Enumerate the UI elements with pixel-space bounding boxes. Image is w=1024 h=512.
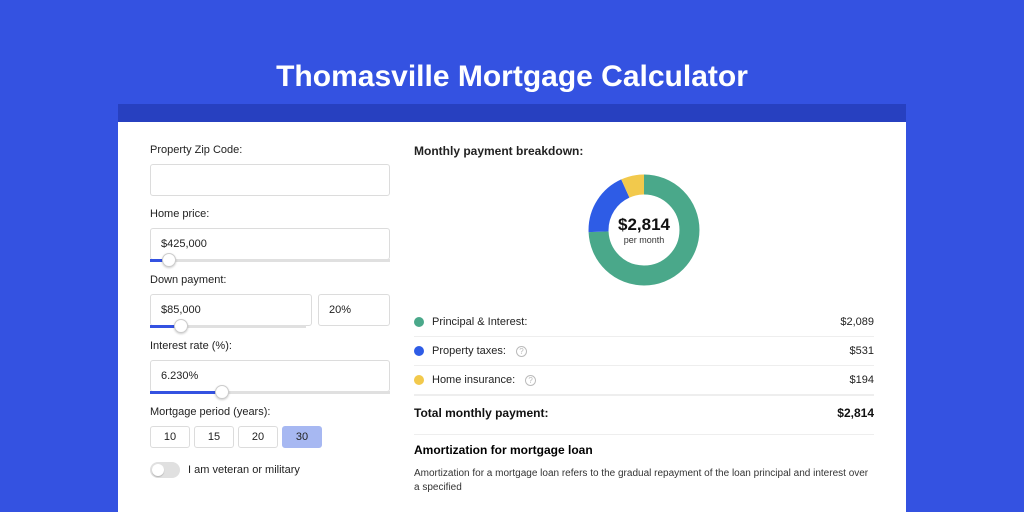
interest-input[interactable] <box>150 360 390 392</box>
home-price-slider-thumb[interactable] <box>162 253 176 267</box>
total-label: Total monthly payment: <box>414 406 548 420</box>
veteran-row: I am veteran or military <box>150 462 390 478</box>
breakdown-item-value: $531 <box>850 345 874 357</box>
breakdown-item: Property taxes:? $531 <box>414 337 874 365</box>
down-payment-slider[interactable] <box>150 325 306 328</box>
breakdown-item: Principal & Interest: $2,089 <box>414 308 874 336</box>
header-underline <box>118 104 906 122</box>
amortization-text: Amortization for a mortgage loan refers … <box>414 467 874 495</box>
veteran-toggle[interactable] <box>150 462 180 478</box>
veteran-label: I am veteran or military <box>188 464 300 476</box>
donut-sub: per month <box>624 235 665 245</box>
interest-label: Interest rate (%): <box>150 340 390 352</box>
toggle-knob <box>152 464 164 476</box>
period-field: Mortgage period (years): 10152030 <box>150 406 390 448</box>
home-price-input[interactable] <box>150 228 390 260</box>
period-button-15[interactable]: 15 <box>194 426 234 448</box>
home-price-label: Home price: <box>150 208 390 220</box>
legend-dot <box>414 375 424 385</box>
interest-slider-fill <box>150 391 222 394</box>
interest-field: Interest rate (%): <box>150 340 390 394</box>
form-column: Property Zip Code: Home price: Down paym… <box>150 144 390 495</box>
divider <box>414 434 874 435</box>
donut-amount: $2,814 <box>618 215 670 235</box>
donut-chart-wrap: $2,814 per month <box>414 170 874 290</box>
period-label: Mortgage period (years): <box>150 406 390 418</box>
calculator-card: Property Zip Code: Home price: Down paym… <box>118 122 906 512</box>
interest-slider[interactable] <box>150 391 390 394</box>
zip-field: Property Zip Code: <box>150 144 390 196</box>
total-row: Total monthly payment: $2,814 <box>414 396 874 434</box>
donut-chart: $2,814 per month <box>584 170 704 290</box>
down-payment-field: Down payment: <box>150 274 390 328</box>
donut-center: $2,814 per month <box>584 170 704 290</box>
breakdown-title: Monthly payment breakdown: <box>414 144 874 158</box>
breakdown-column: Monthly payment breakdown: $2,814 per mo… <box>414 144 874 495</box>
down-payment-slider-thumb[interactable] <box>174 319 188 333</box>
breakdown-item-label: Principal & Interest: <box>432 316 527 328</box>
zip-input[interactable] <box>150 164 390 196</box>
legend-dot <box>414 346 424 356</box>
period-button-30[interactable]: 30 <box>282 426 322 448</box>
zip-label: Property Zip Code: <box>150 144 390 156</box>
down-payment-percent-input[interactable] <box>318 294 390 326</box>
breakdown-item-label: Property taxes: <box>432 345 506 357</box>
breakdown-item: Home insurance:? $194 <box>414 366 874 394</box>
breakdown-item-value: $2,089 <box>840 316 874 328</box>
breakdown-line-items: Principal & Interest: $2,089 Property taxe… <box>414 308 874 395</box>
interest-slider-thumb[interactable] <box>215 385 229 399</box>
legend-dot <box>414 317 424 327</box>
period-button-20[interactable]: 20 <box>238 426 278 448</box>
down-payment-label: Down payment: <box>150 274 390 286</box>
breakdown-item-value: $194 <box>850 374 874 386</box>
home-price-slider[interactable] <box>150 259 390 262</box>
home-price-field: Home price: <box>150 208 390 262</box>
period-options: 10152030 <box>150 426 390 448</box>
info-icon[interactable]: ? <box>516 346 527 357</box>
amortization-title: Amortization for mortgage loan <box>414 443 874 457</box>
page-title: Thomasville Mortgage Calculator <box>0 60 1024 94</box>
period-button-10[interactable]: 10 <box>150 426 190 448</box>
down-payment-input[interactable] <box>150 294 312 326</box>
info-icon[interactable]: ? <box>525 375 536 386</box>
total-value: $2,814 <box>837 406 874 420</box>
breakdown-item-label: Home insurance: <box>432 374 515 386</box>
